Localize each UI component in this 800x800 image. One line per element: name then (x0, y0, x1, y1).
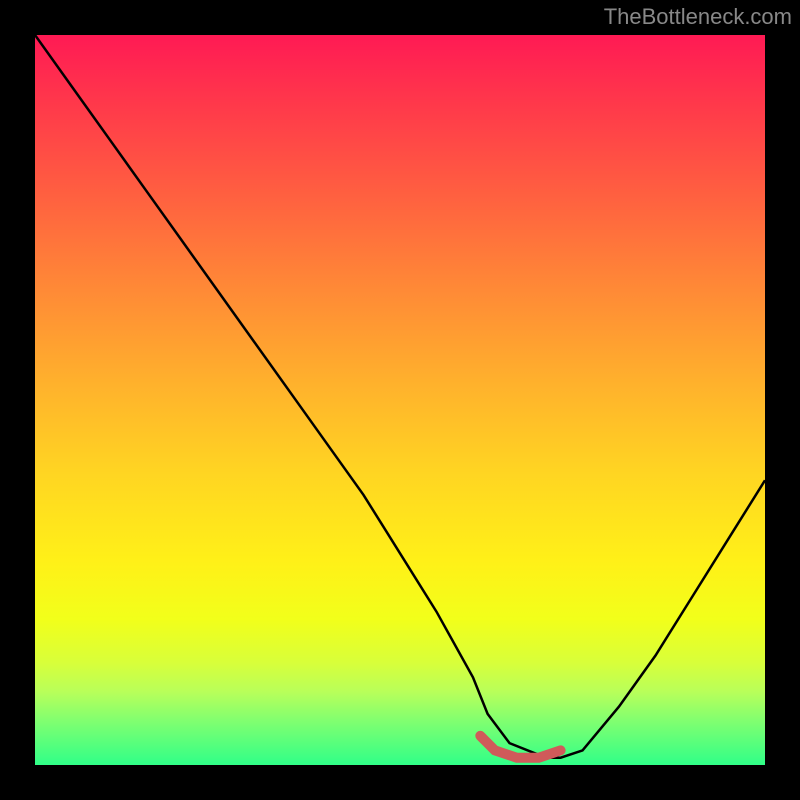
curve-overlay (35, 35, 765, 765)
plot-area (35, 35, 765, 765)
bottleneck-curve-path (35, 35, 765, 758)
chart-container: TheBottleneck.com (0, 0, 800, 800)
watermark-text: TheBottleneck.com (604, 4, 792, 30)
